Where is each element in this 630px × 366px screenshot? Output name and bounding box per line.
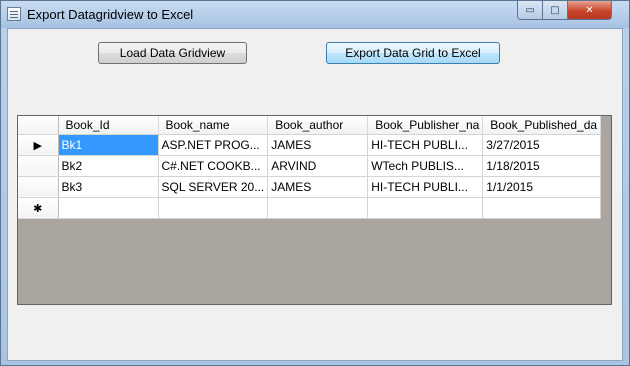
grid-cell[interactable]: ASP.NET PROG... [158, 134, 269, 156]
grid-cell[interactable]: 1/1/2015 [482, 176, 602, 198]
column-header-book-name[interactable]: Book_name [158, 116, 269, 135]
new-row[interactable]: ✱ [18, 197, 602, 219]
grid-cell[interactable]: WTech PUBLIS... [367, 155, 484, 177]
row-header[interactable]: ✱ [18, 197, 59, 219]
grid-cell[interactable]: JAMES [267, 134, 369, 156]
form-client-area: Load Data Gridview Export Data Grid to E… [7, 28, 623, 361]
table-row[interactable]: ▶ Bk1 ASP.NET PROG... JAMES HI-TECH PUBL… [18, 134, 602, 156]
current-row-arrow-icon: ▶ [33, 138, 42, 152]
column-header-book-publisher[interactable]: Book_Publisher_na [367, 116, 484, 135]
maximize-icon: □ [550, 4, 560, 16]
grid-corner-cell[interactable] [18, 116, 59, 135]
column-header-book-id[interactable]: Book_Id [58, 116, 159, 135]
grid-cell[interactable] [267, 197, 369, 219]
column-header-book-author[interactable]: Book_author [267, 116, 369, 135]
row-header[interactable] [18, 176, 59, 198]
column-header-book-published-date[interactable]: Book_Published_da [482, 116, 602, 135]
grid-cell[interactable]: JAMES [267, 176, 369, 198]
grid-cell[interactable] [482, 197, 602, 219]
grid-cell[interactable]: SQL SERVER 20... [158, 176, 269, 198]
grid-table: Book_Id Book_name Book_author Book_Publi… [18, 116, 602, 219]
grid-cell[interactable]: Bk1 [58, 134, 159, 156]
grid-cell[interactable]: HI-TECH PUBLI... [367, 176, 484, 198]
table-row[interactable]: Bk2 C#.NET COOKB... ARVIND WTech PUBLIS.… [18, 155, 602, 177]
grid-cell[interactable]: Bk3 [58, 176, 159, 198]
window-title: Export Datagridview to Excel [27, 7, 194, 22]
grid-cell[interactable] [158, 197, 269, 219]
close-button[interactable]: ✕ [567, 1, 612, 20]
grid-cell[interactable]: HI-TECH PUBLI... [367, 134, 484, 156]
title-bar[interactable]: Export Datagridview to Excel ▭ □ ✕ [1, 1, 629, 28]
minimize-icon: ▭ [525, 4, 535, 16]
export-data-grid-button[interactable]: Export Data Grid to Excel [326, 42, 500, 64]
app-window: Export Datagridview to Excel ▭ □ ✕ Load … [0, 0, 630, 366]
maximize-button[interactable]: □ [542, 1, 568, 20]
grid-cell[interactable]: C#.NET COOKB... [158, 155, 269, 177]
table-row[interactable]: Bk3 SQL SERVER 20... JAMES HI-TECH PUBLI… [18, 176, 602, 198]
grid-cell[interactable]: 1/18/2015 [482, 155, 602, 177]
grid-cell[interactable]: ARVIND [267, 155, 369, 177]
close-icon: ✕ [585, 4, 594, 16]
row-header[interactable] [18, 155, 59, 177]
grid-cell[interactable] [58, 197, 159, 219]
app-icon [7, 7, 21, 21]
grid-cell[interactable] [367, 197, 484, 219]
data-grid-view[interactable]: Book_Id Book_name Book_author Book_Publi… [17, 115, 612, 305]
minimize-button[interactable]: ▭ [517, 1, 543, 20]
load-data-gridview-button[interactable]: Load Data Gridview [98, 42, 247, 64]
row-header[interactable]: ▶ [18, 134, 59, 156]
grid-cell[interactable]: 3/27/2015 [482, 134, 602, 156]
grid-cell[interactable]: Bk2 [58, 155, 159, 177]
new-row-asterisk-icon: ✱ [33, 201, 43, 215]
grid-header-row: Book_Id Book_name Book_author Book_Publi… [18, 116, 602, 135]
